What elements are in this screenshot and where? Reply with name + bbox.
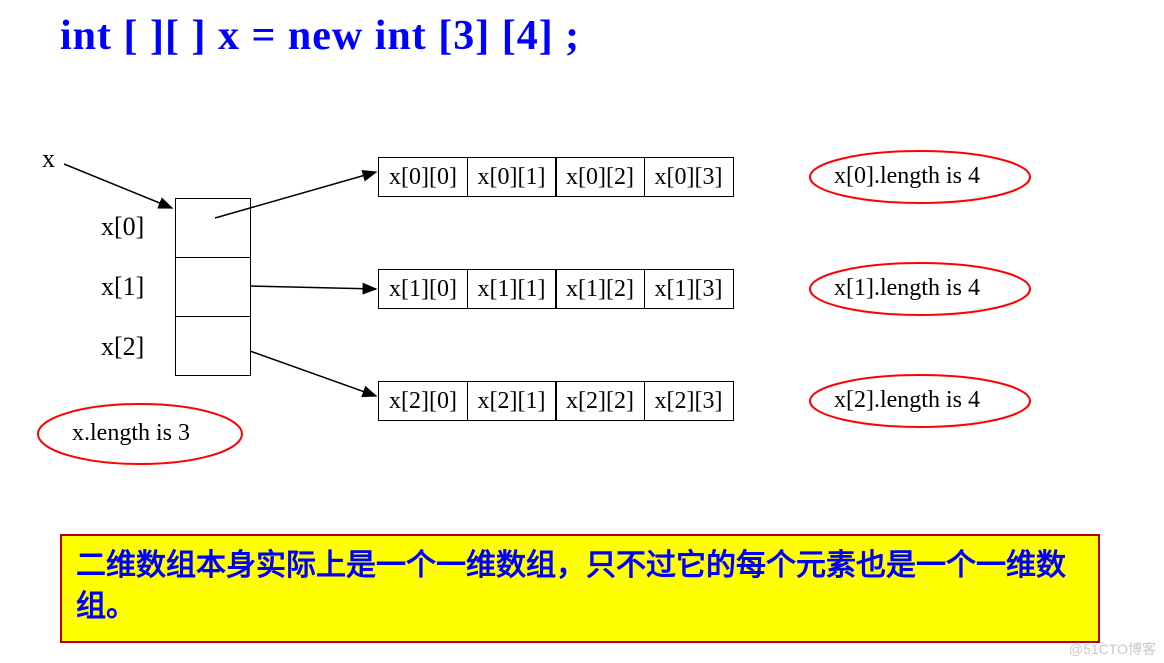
cell-0-0: x[0][0] [378,157,468,197]
inner-row-1: x[1][0] x[1][1] x[1][2] x[1][3] [378,269,734,309]
length-row-2: x[2].length is 4 [834,387,980,414]
label-x1: x[1] [101,272,144,302]
cell-1-1: x[1][1] [467,269,557,309]
cell-1-0: x[1][0] [378,269,468,309]
cell-0-1: x[0][1] [467,157,557,197]
cell-1-2: x[1][2] [555,269,645,309]
outer-array-column [175,198,251,376]
arrow-x-to-column [64,164,172,208]
cell-1-3: x[1][3] [644,269,734,309]
inner-row-0: x[0][0] x[0][1] x[0][2] x[0][3] [378,157,734,197]
code-declaration-title: int [ ][ ] x = new int [3] [4] ; [60,12,580,60]
cell-0-2: x[0][2] [555,157,645,197]
inner-row-2: x[2][0] x[2][1] x[2][2] x[2][3] [378,381,734,421]
explanation-note: 二维数组本身实际上是一个一维数组，只不过它的每个元素也是一个一维数组。 [60,534,1100,643]
cell-2-0: x[2][0] [378,381,468,421]
cell-2-1: x[2][1] [467,381,557,421]
cell-0-3: x[0][3] [644,157,734,197]
label-x2: x[2] [101,332,144,362]
length-row-1: x[1].length is 4 [834,275,980,302]
arrow-slot2-to-row2 [250,351,376,396]
length-row-0: x[0].length is 4 [834,163,980,190]
length-x: x.length is 3 [72,420,190,447]
outer-slot-2 [176,316,250,375]
outer-slot-1 [176,257,250,316]
outer-slot-0 [176,199,250,257]
cell-2-2: x[2][2] [555,381,645,421]
arrow-slot1-to-row1 [250,286,376,289]
watermark: @51CTO博客 [1069,639,1156,659]
cell-2-3: x[2][3] [644,381,734,421]
label-x: x [42,144,55,174]
label-x0: x[0] [101,212,144,242]
